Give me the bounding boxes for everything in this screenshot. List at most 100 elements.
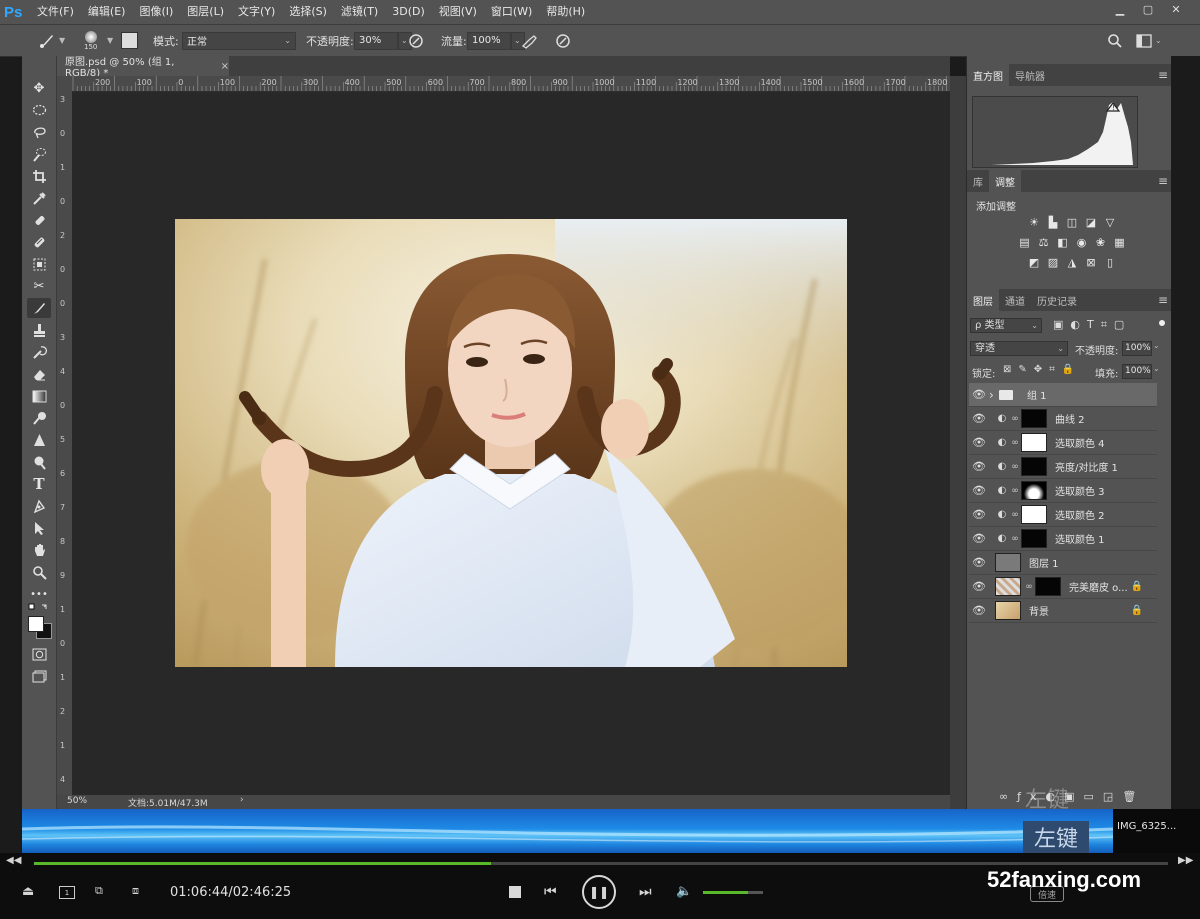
link-icon[interactable]: ∞ <box>1009 486 1021 496</box>
expand-chevron-icon[interactable]: › <box>989 388 999 402</box>
visibility-eye-icon[interactable]: 👁 <box>969 532 989 545</box>
layer-row[interactable]: 👁 背景 🔒 <box>969 599 1157 623</box>
hand-tool-icon[interactable] <box>27 540 51 560</box>
layer-thumbnail[interactable] <box>995 577 1021 596</box>
invert-icon[interactable]: ◩ <box>1027 256 1041 269</box>
layer-name[interactable]: 图层 1 <box>1029 555 1059 570</box>
menu-layer[interactable]: 图层(L) <box>180 0 231 24</box>
link-icon[interactable]: ∞ <box>1009 462 1021 472</box>
link-icon[interactable]: ∞ <box>1009 510 1021 520</box>
photo-girl-with-braids[interactable] <box>175 219 847 667</box>
brush-panel-toggle-icon[interactable] <box>121 25 138 56</box>
layer-mask-thumbnail[interactable] <box>1021 505 1047 524</box>
menu-image[interactable]: 图像(I) <box>132 0 180 24</box>
layer-row[interactable]: 👁 ◐ ∞ 选取颜色 4 <box>969 431 1157 455</box>
history-brush-tool-icon[interactable]: ✂ <box>27 276 51 296</box>
levels-icon[interactable]: ▙ <box>1046 216 1060 229</box>
layer-row[interactable]: 👁 图层 1 <box>969 551 1157 575</box>
brush-tool-icon[interactable]: ▼ <box>38 25 65 56</box>
type-tool-icon[interactable]: T <box>27 474 51 494</box>
clone-stamp-tool-icon[interactable] <box>27 254 51 274</box>
gradient-map-icon[interactable]: ▯ <box>1103 256 1117 269</box>
tab-channels[interactable]: 通道 <box>999 289 1031 311</box>
black-white-icon[interactable]: ◧ <box>1056 236 1070 249</box>
eject-icon[interactable]: ⏏ <box>22 884 34 899</box>
screen-cast-icon[interactable]: ⧈ <box>132 884 139 898</box>
active-brush-tool-icon[interactable] <box>27 298 51 318</box>
stamp-tool-icon[interactable] <box>27 320 51 340</box>
crop-tool-icon[interactable] <box>27 166 51 186</box>
menu-3d[interactable]: 3D(D) <box>385 0 432 24</box>
layer-panel-footer-icons[interactable]: ∞ƒx◐▣▭◲🗑 <box>999 790 1145 803</box>
layer-name[interactable]: 背景 <box>1029 603 1049 618</box>
link-icon[interactable]: ∞ <box>1023 582 1035 592</box>
layer-name[interactable]: 亮度/对比度 1 <box>1055 459 1118 474</box>
gradient-tool-icon[interactable] <box>27 386 51 406</box>
visibility-eye-icon[interactable]: 👁 <box>969 580 989 593</box>
curves-icon[interactable]: ◫ <box>1065 216 1079 229</box>
selective-color-icon[interactable]: ⊠ <box>1084 256 1098 269</box>
threshold-icon[interactable]: ◮ <box>1065 256 1079 269</box>
history-brush-alt-icon[interactable] <box>27 342 51 362</box>
foreground-color-swatch[interactable] <box>28 616 44 632</box>
posterize-icon[interactable]: ▨ <box>1046 256 1060 269</box>
swap-colors-icon[interactable] <box>27 602 51 614</box>
minimize-icon[interactable]: ▁ <box>1106 0 1134 18</box>
airbrush-icon[interactable] <box>521 25 539 56</box>
flow-input[interactable]: 100% ⌄ <box>467 25 525 56</box>
lasso-tool-icon[interactable] <box>27 122 51 142</box>
link-icon[interactable]: ∞ <box>1009 534 1021 544</box>
menu-window[interactable]: 窗口(W) <box>484 0 539 24</box>
translate-icon[interactable]: ⧉ <box>95 884 103 898</box>
tab-histogram[interactable]: 直方图 <box>967 64 1009 86</box>
document-tab[interactable]: 原图.psd @ 50% (组 1, RGB/8) * × <box>57 56 229 79</box>
restore-icon[interactable]: ▢ <box>1134 0 1162 18</box>
color-lookup-icon[interactable]: ▦ <box>1113 236 1127 249</box>
menu-edit[interactable]: 编辑(E) <box>81 0 133 24</box>
menu-view[interactable]: 视图(V) <box>432 0 484 24</box>
visibility-eye-icon[interactable]: 👁 <box>969 412 989 425</box>
direct-selection-tool-icon[interactable] <box>27 518 51 538</box>
pressure-opacity-icon[interactable] <box>408 25 424 56</box>
eraser-tool-icon[interactable] <box>27 364 51 384</box>
layer-name[interactable]: 选取颜色 4 <box>1055 435 1105 450</box>
exposure-icon[interactable]: ◪ <box>1084 216 1098 229</box>
layer-thumbnail[interactable] <box>995 601 1021 620</box>
opacity-input[interactable]: 30% ⌄ <box>354 25 412 56</box>
close-tab-icon[interactable]: × <box>221 61 229 72</box>
layer-thumbnail[interactable] <box>995 553 1021 572</box>
fast-forward-icon[interactable]: ▶▶ <box>1178 855 1193 866</box>
brush-tool-icon[interactable] <box>27 232 51 252</box>
channel-mixer-icon[interactable]: ❀ <box>1094 236 1108 249</box>
tab-navigator[interactable]: 导航器 <box>1009 64 1051 86</box>
visibility-eye-icon[interactable]: 👁 <box>969 388 989 401</box>
healing-brush-tool-icon[interactable] <box>27 210 51 230</box>
brightness-contrast-icon[interactable]: ☀ <box>1027 216 1041 229</box>
layer-filter-select[interactable]: ρ 类型 ⌄ <box>970 318 1042 333</box>
zoom-tool-icon[interactable] <box>27 562 51 582</box>
blur-tool-icon[interactable] <box>27 408 51 428</box>
tab-adjustments[interactable]: 调整 <box>989 170 1021 192</box>
color-swatches[interactable] <box>28 616 54 640</box>
layer-row[interactable]: 👁 ◐ ∞ 选取颜色 3 <box>969 479 1157 503</box>
menu-type[interactable]: 文字(Y) <box>231 0 282 24</box>
search-icon[interactable] <box>1107 25 1123 56</box>
eyedropper-tool-icon[interactable] <box>27 188 51 208</box>
layer-row[interactable]: 👁 ◐ ∞ 曲线 2 <box>969 407 1157 431</box>
quick-selection-tool-icon[interactable] <box>27 144 51 164</box>
layer-name[interactable]: 选取颜色 1 <box>1055 531 1105 546</box>
document-size-info[interactable]: 文档:5.01M/47.3M <box>128 796 208 809</box>
layer-mask-thumbnail[interactable] <box>1021 457 1047 476</box>
more-tools-icon[interactable]: ••• <box>27 584 51 604</box>
layer-mask-thumbnail[interactable] <box>1021 433 1047 452</box>
pressure-size-icon[interactable] <box>555 25 571 56</box>
menu-help[interactable]: 帮助(H) <box>539 0 592 24</box>
quick-mask-icon[interactable] <box>27 644 51 664</box>
volume-slider[interactable] <box>703 891 763 894</box>
layer-opacity-input[interactable]: 100% <box>1122 341 1152 356</box>
pause-icon[interactable]: ❚❚ <box>582 875 616 909</box>
panel-menu-icon[interactable]: ≡ <box>1158 68 1168 82</box>
tab-libraries[interactable]: 库 <box>967 170 989 192</box>
subtitle-icon[interactable]: 1 <box>59 886 75 899</box>
layer-name[interactable]: 曲线 2 <box>1055 411 1085 426</box>
